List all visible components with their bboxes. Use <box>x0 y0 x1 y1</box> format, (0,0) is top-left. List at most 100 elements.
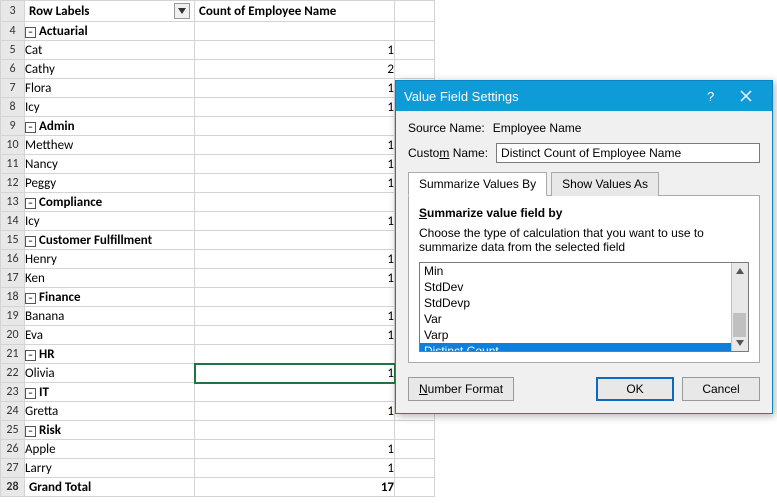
pivot-value-cell[interactable]: 1 <box>195 155 395 174</box>
pivot-item-row[interactable]: Gretta <box>25 402 195 421</box>
row-header[interactable]: 17 <box>1 269 25 288</box>
row-header[interactable]: 5 <box>1 41 25 60</box>
tab-summarize-values-by[interactable]: Summarize Values By <box>408 172 547 196</box>
empty-cell[interactable] <box>395 60 435 79</box>
pivot-item-row[interactable]: Icy <box>25 212 195 231</box>
pivot-item-row[interactable]: Larry <box>25 459 195 478</box>
empty-cell[interactable] <box>395 459 435 478</box>
pivot-group-row[interactable]: −Risk <box>25 421 195 440</box>
pivot-group-row[interactable]: −Actuarial <box>25 22 195 41</box>
pivot-item-row[interactable]: Apple <box>25 440 195 459</box>
empty-cell[interactable] <box>395 1 435 22</box>
pivot-value-cell[interactable]: 1 <box>195 98 395 117</box>
row-header[interactable]: 24 <box>1 402 25 421</box>
pivot-group-row[interactable]: −Customer Fulfillment <box>25 231 195 250</box>
row-header[interactable]: 16 <box>1 250 25 269</box>
row-header[interactable]: 20 <box>1 326 25 345</box>
row-header[interactable]: 10 <box>1 136 25 155</box>
row-labels-dropdown-icon[interactable] <box>174 3 190 19</box>
row-header[interactable]: 22 <box>1 364 25 383</box>
pivot-value-cell[interactable] <box>195 22 395 41</box>
row-header[interactable]: 7 <box>1 79 25 98</box>
ok-button[interactable]: OK <box>596 377 674 401</box>
pivot-value-cell[interactable] <box>195 345 395 364</box>
row-header[interactable]: 6 <box>1 60 25 79</box>
pivot-group-row[interactable]: −HR <box>25 345 195 364</box>
tab-show-values-as[interactable]: Show Values As <box>551 172 659 196</box>
collapse-icon[interactable]: − <box>25 293 36 304</box>
collapse-icon[interactable]: − <box>25 426 36 437</box>
pivot-group-row[interactable]: −Finance <box>25 288 195 307</box>
row-header[interactable]: 23 <box>1 383 25 402</box>
pivot-value-cell[interactable]: 1 <box>195 326 395 345</box>
pivot-value-cell[interactable] <box>195 383 395 402</box>
row-header[interactable]: 14 <box>1 212 25 231</box>
collapse-icon[interactable]: − <box>25 236 36 247</box>
pivot-item-row[interactable]: Olivia <box>25 364 195 383</box>
collapse-icon[interactable]: − <box>25 198 36 209</box>
pivot-value-cell[interactable]: 1 <box>195 459 395 478</box>
pivot-value-cell[interactable] <box>195 421 395 440</box>
pivot-item-row[interactable]: Henry <box>25 250 195 269</box>
pivot-value-cell[interactable] <box>195 193 395 212</box>
collapse-icon[interactable]: − <box>25 350 36 361</box>
collapse-icon[interactable]: − <box>25 388 36 399</box>
pivot-value-cell[interactable]: 1 <box>195 364 395 383</box>
summarize-listbox[interactable]: MinStdDevStdDevpVarVarpDistinct Count <box>419 262 749 352</box>
pivot-value-cell[interactable]: 1 <box>195 174 395 193</box>
scroll-thumb[interactable] <box>733 313 746 337</box>
collapse-icon[interactable]: − <box>25 122 36 133</box>
row-header[interactable]: 12 <box>1 174 25 193</box>
row-header[interactable]: 25 <box>1 421 25 440</box>
pivot-item-row[interactable]: Ken <box>25 269 195 288</box>
empty-cell[interactable] <box>395 421 435 440</box>
pivot-value-cell[interactable]: 1 <box>195 402 395 421</box>
row-header[interactable]: 9 <box>1 117 25 136</box>
row-header[interactable]: 3 <box>1 1 25 22</box>
row-header[interactable]: 4 <box>1 22 25 41</box>
row-header[interactable]: 27 <box>1 459 25 478</box>
summarize-option[interactable]: Min <box>420 263 731 279</box>
summarize-option[interactable]: Varp <box>420 327 731 343</box>
summarize-option[interactable]: Distinct Count <box>420 343 731 352</box>
help-icon[interactable]: ? <box>692 81 728 111</box>
row-header[interactable]: 28 <box>1 478 25 497</box>
pivot-table[interactable]: 3Row LabelsCount of Employee Name4−Actua… <box>0 0 435 497</box>
empty-cell[interactable] <box>395 41 435 60</box>
empty-cell[interactable] <box>395 22 435 41</box>
pivot-value-cell[interactable]: 1 <box>195 307 395 326</box>
row-header[interactable]: 8 <box>1 98 25 117</box>
row-labels-header[interactable]: Row Labels <box>25 1 194 21</box>
summarize-option[interactable]: StdDev <box>420 279 731 295</box>
listbox-scrollbar[interactable] <box>731 263 748 351</box>
custom-name-input[interactable] <box>496 143 760 163</box>
collapse-icon[interactable]: − <box>25 27 36 38</box>
pivot-value-cell[interactable]: 1 <box>195 250 395 269</box>
pivot-value-cell[interactable] <box>195 117 395 136</box>
pivot-item-row[interactable]: Cat <box>25 41 195 60</box>
row-header[interactable]: 19 <box>1 307 25 326</box>
summarize-option[interactable]: Var <box>420 311 731 327</box>
pivot-value-cell[interactable] <box>195 231 395 250</box>
pivot-group-row[interactable]: −Compliance <box>25 193 195 212</box>
pivot-item-row[interactable]: Icy <box>25 98 195 117</box>
row-header[interactable]: 21 <box>1 345 25 364</box>
row-header[interactable]: 26 <box>1 440 25 459</box>
empty-cell[interactable] <box>395 440 435 459</box>
pivot-value-cell[interactable] <box>195 288 395 307</box>
row-header[interactable]: 11 <box>1 155 25 174</box>
pivot-value-cell[interactable]: 1 <box>195 212 395 231</box>
pivot-group-row[interactable]: −Admin <box>25 117 195 136</box>
number-format-button[interactable]: Number Format <box>408 377 514 401</box>
pivot-value-cell[interactable]: 1 <box>195 136 395 155</box>
row-header[interactable]: 13 <box>1 193 25 212</box>
grand-total-value[interactable]: 17 <box>195 478 395 497</box>
pivot-item-row[interactable]: Banana <box>25 307 195 326</box>
scroll-down-arrow-icon[interactable] <box>732 335 748 351</box>
pivot-value-cell[interactable]: 1 <box>195 79 395 98</box>
grand-total-label[interactable]: Grand Total <box>25 478 195 497</box>
scroll-up-arrow-icon[interactable] <box>732 263 748 279</box>
pivot-item-row[interactable]: Flora <box>25 79 195 98</box>
summarize-option[interactable]: StdDevp <box>420 295 731 311</box>
row-header[interactable]: 15 <box>1 231 25 250</box>
